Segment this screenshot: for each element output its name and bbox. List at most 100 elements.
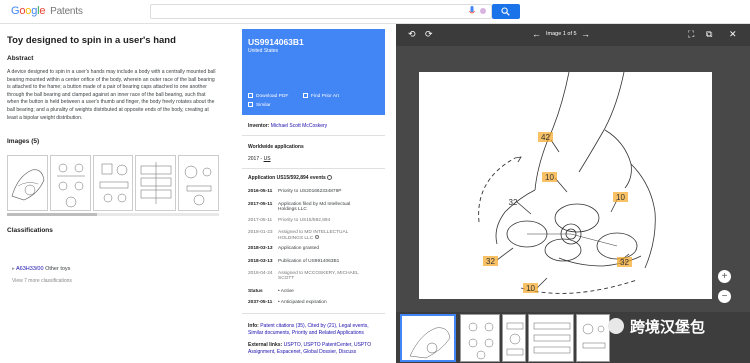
callout-label: 32 — [620, 258, 629, 267]
viewer-toolbar: ⟲ ⟳ ← Image 1 of 5 → ⛶ ⧉ ✕ — [396, 24, 750, 46]
find-prior-art-label: Find Prior Art — [311, 94, 339, 99]
event-text: Application granted — [278, 246, 319, 251]
callout-label: 32 — [509, 198, 518, 207]
similar-label: Similar — [256, 103, 271, 108]
download-icon — [248, 93, 253, 98]
image-thumbnail[interactable] — [135, 155, 177, 211]
viewer-thumbnail[interactable] — [502, 314, 526, 362]
next-image-icon[interactable]: → — [581, 29, 590, 39]
rotate-right-icon[interactable]: ⟳ — [425, 29, 433, 40]
info-links: Info: Patent citations (35), Cited by (2… — [248, 323, 369, 336]
viewer-thumbnail[interactable] — [460, 314, 500, 362]
patent-drawing-page: 42 10 32 10 32 32 10 — [419, 71, 712, 299]
event-text-line: Holdings LLC — [278, 207, 307, 212]
event-text: Application filed by Md Intellectual Hold… — [278, 202, 350, 212]
status-row: Status • Active — [248, 289, 294, 294]
previous-image-icon[interactable]: ← — [532, 29, 541, 39]
worldwide-year: 2017 - — [248, 156, 263, 162]
event-row: 2018-01-23 Assigned to MD INTELLECTUAL HOL… — [248, 230, 348, 241]
microphone-icon[interactable] — [469, 6, 475, 16]
event-text-line: Application granted — [278, 246, 320, 251]
search-icon — [501, 7, 510, 16]
google-patents-logo[interactable]: Google Patents — [11, 5, 83, 17]
zoom-out-button[interactable]: − — [718, 290, 731, 303]
application-events-heading: Application US15/592,894 events — [248, 175, 333, 181]
image-thumbnail[interactable] — [92, 155, 134, 211]
images-scrollbar[interactable] — [7, 213, 219, 216]
event-row: 2018-04-24 Assigned to MCCOSKERY, MICHAEL… — [248, 271, 359, 281]
event-date: 2017-05-11 — [248, 202, 273, 207]
page-title: Toy designed to spin in a user's hand — [7, 35, 176, 46]
callout-label: 32 — [486, 257, 495, 266]
event-row: 2018-03-13 Application granted — [248, 246, 319, 251]
fullscreen-icon[interactable]: ⛶ — [688, 29, 694, 40]
callout-label: 10 — [545, 173, 554, 182]
event-row: 2016-05-11 Priority to US201662334879P — [248, 189, 341, 194]
find-prior-art-button[interactable]: Find Prior Art — [303, 93, 339, 99]
info-links-text[interactable]: Similar documents, Priority and Related … — [248, 330, 364, 336]
classification-code-link[interactable]: A63H33/00 — [16, 266, 44, 272]
viewer-thumbnail[interactable] — [528, 314, 574, 362]
external-links-text[interactable]: Assignment, Espacenet, Global Dossier, D… — [248, 349, 356, 355]
image-thumbnail[interactable] — [7, 155, 48, 211]
event-text: Publication of US9914063B1 — [278, 259, 339, 264]
event-text: Assigned to MCCOSKERY, MICHAEL SCOTT — [278, 271, 359, 281]
expiration-text: Anticipated expiration — [280, 300, 327, 305]
help-icon[interactable] — [327, 175, 333, 180]
viewer-thumbnail[interactable] — [400, 314, 456, 362]
worldwide-heading: Worldwide applications — [248, 144, 304, 150]
external-links: External links: USPTO, USPTO PatentCente… — [248, 342, 371, 355]
callout-label: 10 — [616, 193, 625, 202]
more-classifications-link[interactable]: View 7 more classifications — [12, 278, 72, 284]
expiration-date: 2037-05-11 — [248, 300, 273, 305]
event-text-line: Priority to US201662334879P — [278, 189, 342, 194]
image-thumbnail[interactable] — [49, 155, 91, 211]
info-links-text[interactable]: Patent citations (35), Cited by (21), Le… — [260, 323, 368, 329]
status-label: Status — [248, 289, 263, 294]
close-icon[interactable]: ✕ — [729, 29, 737, 40]
classification-row: ▸ A63H33/00 Other toys — [12, 266, 70, 272]
event-row: 2017-05-11 Application filed by Md Intell… — [248, 202, 350, 212]
similar-icon — [248, 102, 253, 107]
event-date: 2018-03-13 — [248, 246, 273, 251]
status-value: • Active — [278, 289, 294, 294]
open-new-window-icon[interactable]: ⧉ — [706, 29, 712, 40]
publication-number: US9914063B1 — [248, 37, 304, 47]
search-button[interactable] — [492, 4, 520, 19]
event-text-line: Priority to US15/592,894 — [278, 218, 331, 223]
event-text-line: HOLDINGS LLC — [278, 236, 314, 241]
watermark-text: 跨境汉堡包 — [630, 318, 706, 336]
logo-letter: e — [39, 5, 46, 17]
image-thumbnails — [7, 155, 219, 211]
worldwide-row: 2017 - US — [248, 156, 271, 162]
download-pdf-button[interactable]: Download PDF — [248, 93, 288, 99]
publication-country: United States — [248, 48, 279, 54]
image-page-indicator: Image 1 of 5 — [546, 31, 577, 37]
zoom-in-button[interactable]: + — [718, 270, 731, 283]
help-icon[interactable] — [314, 235, 319, 239]
rotate-left-icon[interactable]: ⟲ — [408, 29, 416, 40]
abstract-heading: Abstract — [7, 55, 34, 62]
similar-button[interactable]: Similar — [248, 102, 271, 108]
event-text-line: Assigned to MD INTELLECTUAL — [278, 230, 349, 235]
event-date: 2017-05-11 — [248, 218, 273, 223]
event-text: Priority to US15/592,894 — [278, 218, 330, 223]
inventor-link[interactable]: Michael Scott McCoskery — [271, 123, 327, 129]
callout-label: 42 — [541, 133, 550, 142]
classification-label: Other toys — [45, 266, 71, 272]
expiration-value: • Anticipated expiration — [278, 300, 327, 305]
event-text: Assigned to MD INTELLECTUAL HOLDINGS LLC — [278, 230, 348, 241]
event-date: 2018-04-24 — [248, 271, 273, 276]
event-row: 2017-05-11 Priority to US15/592,894 — [248, 218, 330, 223]
external-links-text[interactable]: USPTO, USPTO PatentCenter, USPTO — [284, 342, 372, 348]
search-options-icon[interactable] — [478, 6, 488, 16]
viewer-thumbnail[interactable] — [576, 314, 610, 362]
event-date: 2018-01-23 — [248, 230, 273, 235]
expand-arrow-icon[interactable]: ▸ — [12, 266, 15, 272]
worldwide-country-link[interactable]: US — [264, 156, 271, 162]
search-input[interactable] — [150, 4, 492, 19]
image-thumbnail[interactable] — [178, 155, 219, 211]
divider — [242, 168, 385, 169]
event-date: 2016-05-11 — [248, 189, 273, 194]
top-bar: Google Patents — [0, 0, 750, 24]
